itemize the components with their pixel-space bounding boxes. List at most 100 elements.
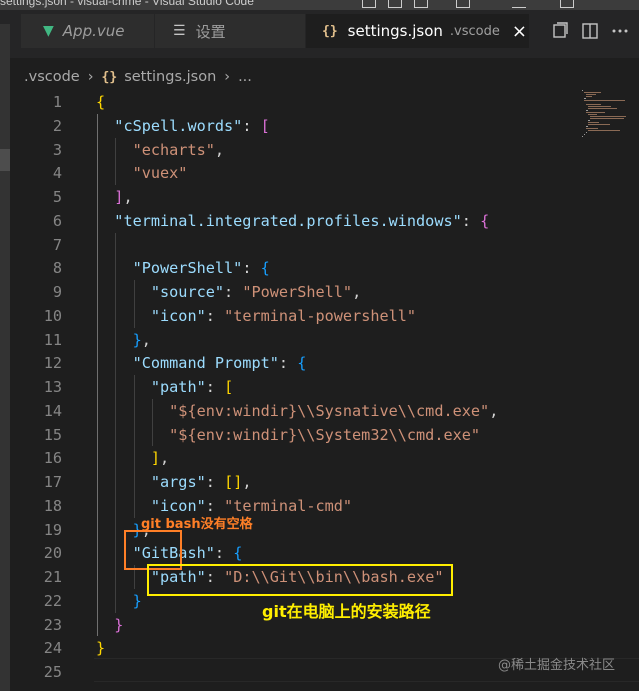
line-number: 19 — [43, 520, 62, 539]
path-highlight-box — [147, 564, 453, 596]
line-code: } — [132, 591, 142, 610]
line-code: }, — [132, 330, 151, 349]
line-number: 13 — [43, 378, 62, 396]
tab-description: .vscode — [449, 23, 500, 39]
line-number: 12 — [43, 354, 62, 373]
chevron-right-icon: › — [87, 69, 94, 85]
tab-label: settings.json — [347, 22, 443, 40]
sidebar-toggle-icon[interactable] — [414, 0, 428, 8]
minimap-line — [588, 114, 597, 115]
minimap-line — [584, 92, 601, 93]
split-editor-icon[interactable] — [580, 22, 600, 40]
breadcrumb-folder[interactable]: .vscode — [24, 69, 80, 85]
line-number: 22 — [43, 591, 62, 610]
line-number: 8 — [52, 259, 62, 278]
minimap-line — [586, 132, 587, 133]
minimap-line — [584, 134, 585, 135]
breadcrumb-file[interactable]: settings.json — [124, 69, 216, 85]
line-number: 4 — [52, 164, 62, 183]
indent-guide — [133, 280, 135, 328]
maximize-icon[interactable] — [560, 0, 574, 8]
line-code: "${env:windir}\\Sysnative\\cmd.exe", — [169, 401, 499, 420]
activity-bar-indicator — [0, 149, 10, 171]
gitbash-note: git bash没有空格 — [141, 517, 253, 532]
minimap-line — [586, 104, 601, 105]
minimap-line — [590, 118, 624, 119]
minimap-line — [586, 112, 605, 113]
watermark: @稀土掘金技术社区 — [498, 658, 616, 673]
minimap-line — [586, 128, 598, 129]
line-code: } — [96, 639, 106, 658]
line-number: 16 — [43, 449, 62, 468]
line-code: "PowerShell": { — [132, 259, 270, 278]
minimap[interactable] — [582, 90, 632, 140]
window-close-icon[interactable] — [612, 0, 626, 8]
line-code: "Command Prompt": { — [132, 354, 307, 373]
minimap-line — [586, 94, 596, 95]
tab-app-vue[interactable]: ▼ App.vue — [21, 14, 154, 48]
minimap-line — [590, 116, 626, 117]
indent-guide — [115, 232, 117, 613]
line-code: "source": "PowerShell", — [150, 283, 362, 301]
minimap-line — [588, 122, 599, 123]
line-code: "path": [ — [150, 378, 234, 396]
breadcrumb-symbol[interactable]: ... — [238, 69, 252, 85]
line-code: "cSpell.words": [ — [114, 116, 270, 135]
customize-layout-icon[interactable] — [456, 0, 470, 8]
line-code: ], — [150, 449, 170, 468]
line-code: "${env:windir}\\System32\\cmd.exe" — [169, 425, 481, 444]
minimap-line — [588, 108, 617, 109]
breadcrumb: .vscode › {} settings.json › ... — [24, 66, 252, 88]
line-number: 23 — [43, 615, 62, 634]
line-number: 1 — [52, 93, 62, 111]
line-code: "vuex" — [132, 164, 188, 183]
line-number: 20 — [43, 544, 62, 563]
line-number: 18 — [43, 496, 62, 515]
minimap-line — [584, 100, 625, 101]
more-actions-icon[interactable] — [610, 22, 630, 40]
panel-toggle-icon[interactable] — [388, 0, 402, 8]
minimap-line — [588, 120, 590, 121]
tab-label: App.vue — [62, 22, 125, 40]
window-title: settings.json - visual-crime - Visual St… — [0, 0, 254, 8]
layout-toggle-icon[interactable] — [362, 0, 376, 8]
line-code: } — [114, 615, 124, 634]
line-number: 3 — [52, 140, 62, 159]
line-number: 15 — [43, 425, 62, 444]
line-number: 7 — [52, 235, 62, 254]
line-code: "icon": "terminal-powershell" — [150, 306, 417, 325]
line-number: 10 — [43, 306, 62, 325]
line-number: 14 — [43, 401, 62, 420]
indent-guide — [115, 137, 117, 185]
indent-guide — [152, 398, 154, 447]
minimap-line — [586, 96, 592, 97]
line-number: 24 — [43, 639, 62, 658]
json-braces-icon: {} — [322, 23, 338, 39]
close-tab-icon[interactable]: × — [512, 21, 527, 42]
line-number: 2 — [52, 116, 62, 135]
minimize-icon[interactable] — [512, 0, 526, 8]
json-braces-icon: {} — [101, 69, 118, 85]
minimap-line — [588, 106, 611, 107]
line-code: ], — [114, 188, 133, 206]
path-note: git在电脑上的安装路径 — [262, 602, 431, 621]
activity-bar-edge — [0, 24, 10, 691]
minimap-line — [586, 126, 588, 127]
minimap-line — [582, 136, 583, 137]
vue-icon: ▼ — [43, 23, 54, 39]
open-settings-ui-icon[interactable] — [550, 22, 570, 40]
indent-guide — [97, 113, 98, 637]
line-code: { — [96, 93, 106, 111]
tab-settings-ui[interactable]: ☰ 设置 — [155, 14, 305, 48]
tab-settings-json[interactable]: {} settings.json .vscode × — [306, 14, 529, 48]
minimap-line — [582, 90, 583, 91]
line-number: 21 — [43, 568, 62, 586]
title-bar: settings.json - visual-crime - Visual St… — [0, 0, 639, 10]
line-number: 5 — [52, 188, 62, 206]
editor-actions — [550, 22, 630, 40]
line-number: 25 — [43, 663, 62, 681]
settings-list-icon: ☰ — [173, 23, 186, 39]
line-code: "args": [], — [150, 473, 252, 491]
line-number: 11 — [43, 330, 62, 349]
line-number: 17 — [43, 473, 62, 491]
